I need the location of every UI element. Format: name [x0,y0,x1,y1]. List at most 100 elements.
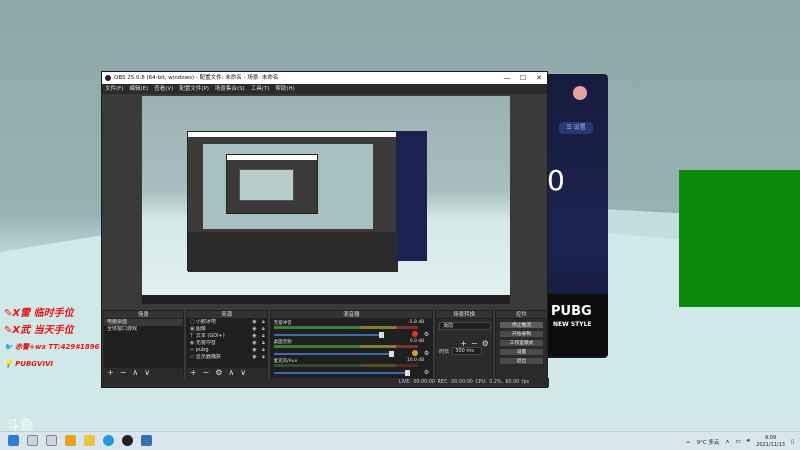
overlay-line: ✎X武 当天手位 [4,325,74,336]
lock-icon[interactable]: 🔒︎ [262,347,265,354]
stop-streaming-button[interactable]: 停止推流 [499,321,544,329]
source-item[interactable]: ▣图像 ◉ 🔒︎ [187,326,267,333]
gear-icon[interactable]: ⚙ [424,369,429,376]
folder-icon[interactable] [84,435,95,446]
start-recording-button[interactable]: 开始录制 [499,330,544,338]
notification-icon[interactable]: ▯ [791,439,794,445]
remove-scene-button[interactable]: − [120,368,127,378]
source-item[interactable]: ▭显示器捕获 ◉ 🔒︎ [187,354,267,361]
start-icon[interactable] [8,435,19,446]
studio-mode-button[interactable]: 工作室模式 [499,339,544,347]
volume-slider[interactable] [273,370,411,376]
clock[interactable]: 9:09 2021/11/13 [756,435,785,449]
menu-scene-collection[interactable]: 场景集合(S) [215,84,245,94]
move-up-icon[interactable]: ∧ [228,368,234,378]
lock-icon[interactable]: 🔒︎ [262,319,265,326]
pubg-sub-text: NEW STYLE [553,321,592,328]
mixer-channel: 桌面音频 0.0 dB ⚙ [271,338,433,357]
gear-icon[interactable]: ⚙ [424,350,429,357]
lock-icon[interactable]: 🔒︎ [262,340,265,347]
remove-source-button[interactable]: − [203,368,210,378]
obs-taskbar-icon[interactable] [122,435,133,446]
menu-file[interactable]: 文件(F) [105,84,123,94]
gear-icon[interactable]: ⚙ [482,339,489,348]
sources-toolbar: + − ⚙ ∧ ∨ [187,368,267,378]
panel-pill-button[interactable]: ☰ 设置 [559,122,593,134]
source-label: 文本 (GDI+) [195,333,225,339]
volume-icon[interactable]: 🔊︎ [747,438,750,445]
eye-icon[interactable]: ◉ [252,326,256,333]
eye-icon[interactable]: ◉ [252,319,256,326]
mixer-channel: 麦克风/Aux 10.0 dB ⚙ [271,357,433,376]
pubg-logo-text: PUBG [551,304,592,319]
move-down-icon[interactable]: ∨ [144,368,150,378]
source-item[interactable]: ◉ 无窗冲音 ◉ 🔒︎ [187,340,267,347]
settings-button[interactable]: 设置 [499,348,544,356]
eye-icon[interactable]: ◉ [252,354,256,361]
volume-meter [273,345,419,348]
move-down-icon[interactable]: ∨ [240,368,246,378]
slider-knob[interactable] [405,370,411,376]
eye-icon[interactable]: ◉ [252,340,256,347]
network-icon[interactable]: ▭ [735,439,740,445]
app-icon[interactable] [141,435,152,446]
panel-big-number: 0 [547,164,565,197]
menu-view[interactable]: 查看(V) [154,84,173,94]
channel-db: -5.8 dB [408,320,425,325]
tray-chevron-icon[interactable]: ∧ [725,439,729,445]
weather-text[interactable]: 9°C 多云 [697,438,720,446]
menu-edit[interactable]: 编辑(E) [129,84,148,94]
mute-icon[interactable] [412,331,419,337]
scene-item[interactable]: 全体窗口游戏 [104,326,183,333]
source-item[interactable]: T 文本 (GDI+) ◉ 🔒︎ [187,333,267,340]
controls-dock: 控件 停止推流 开始录制 工作室模式 设置 退出 [495,310,548,379]
maximize-button[interactable]: ☐ [515,72,531,84]
add-transition-button[interactable]: + [460,339,467,348]
lock-icon[interactable]: 🔒︎ [262,333,265,340]
source-item[interactable]: ∞ pubg ◉ 🔒︎ [187,347,267,354]
obs-app-icon [105,75,111,81]
close-button[interactable]: ✕ [531,72,547,84]
pubg-logo: PUBG NEW STYLE [545,294,608,356]
duration-input[interactable]: 300 ms [452,347,483,355]
move-up-icon[interactable]: ∧ [132,368,138,378]
gear-icon[interactable]: ⚙ [424,331,429,338]
app-icon[interactable] [65,435,76,446]
obs-title-text: OBS 25.0.8 (64-bit, windows) - 配置文件: 未命名… [114,75,279,81]
sources-dock: 来源 ▢小鹅冰吧 ◉ 🔒︎ ▣图像 ◉ 🔒︎ T 文本 (GDI+) ◉ 🔒︎ ◉ 无窗冲音 ◉ 🔒… [185,310,268,379]
volume-meter [273,326,419,329]
lock-icon[interactable]: 🔒︎ [262,354,265,361]
channel-db: 0.0 dB [409,339,425,344]
volume-slider[interactable] [273,332,385,338]
menu-profile[interactable]: 配置文件(P) [179,84,209,94]
overlay-line: 💡 PUBGVIVI [4,360,54,368]
source-item[interactable]: ▢小鹅冰吧 ◉ 🔒︎ [187,319,267,326]
search-icon[interactable] [27,435,38,446]
task-view-icon[interactable] [46,435,57,446]
transition-select[interactable]: 渐隐 [439,322,492,330]
add-scene-button[interactable]: + [107,368,114,378]
controls-body: 停止推流 开始录制 工作室模式 设置 退出 [496,319,547,378]
weather-icon[interactable]: ☁ [685,439,691,445]
eye-icon[interactable]: ◉ [252,347,256,354]
scenes-dock: 场景 电脑桌面 全体窗口游戏 + − ∧ ∨ [103,310,184,379]
menu-help[interactable]: 帮助(H) [275,84,294,94]
minimize-button[interactable]: — [499,72,515,84]
edge-icon[interactable] [103,435,114,446]
phone-side-panel: ☰ 设置 0 PUBG NEW STYLE [545,74,608,358]
mixer-dock: 混音器 无窗冲音 -5.8 dB ⚙ 桌面音频 0.0 dB ⚙ 麦克风/Aux… [269,310,434,379]
obs-window[interactable]: OBS 25.0.8 (64-bit, windows) - 配置文件: 未命名… [101,71,549,388]
remove-transition-button[interactable]: − [471,339,478,348]
volume-slider[interactable] [273,351,395,357]
exit-button[interactable]: 退出 [499,357,544,365]
add-source-button[interactable]: + [190,368,197,378]
menu-tools[interactable]: 工具(T) [251,84,270,94]
eye-icon[interactable]: ◉ [252,333,256,340]
preview-canvas[interactable] [142,96,510,304]
obs-titlebar[interactable]: OBS 25.0.8 (64-bit, windows) - 配置文件: 未命名… [102,72,547,84]
gear-icon[interactable]: ⚙ [215,368,222,378]
scene-item[interactable]: 电脑桌面 [104,319,183,326]
lock-icon[interactable]: 🔒︎ [262,326,265,333]
avatar [573,86,587,100]
mute-icon[interactable] [412,350,419,356]
